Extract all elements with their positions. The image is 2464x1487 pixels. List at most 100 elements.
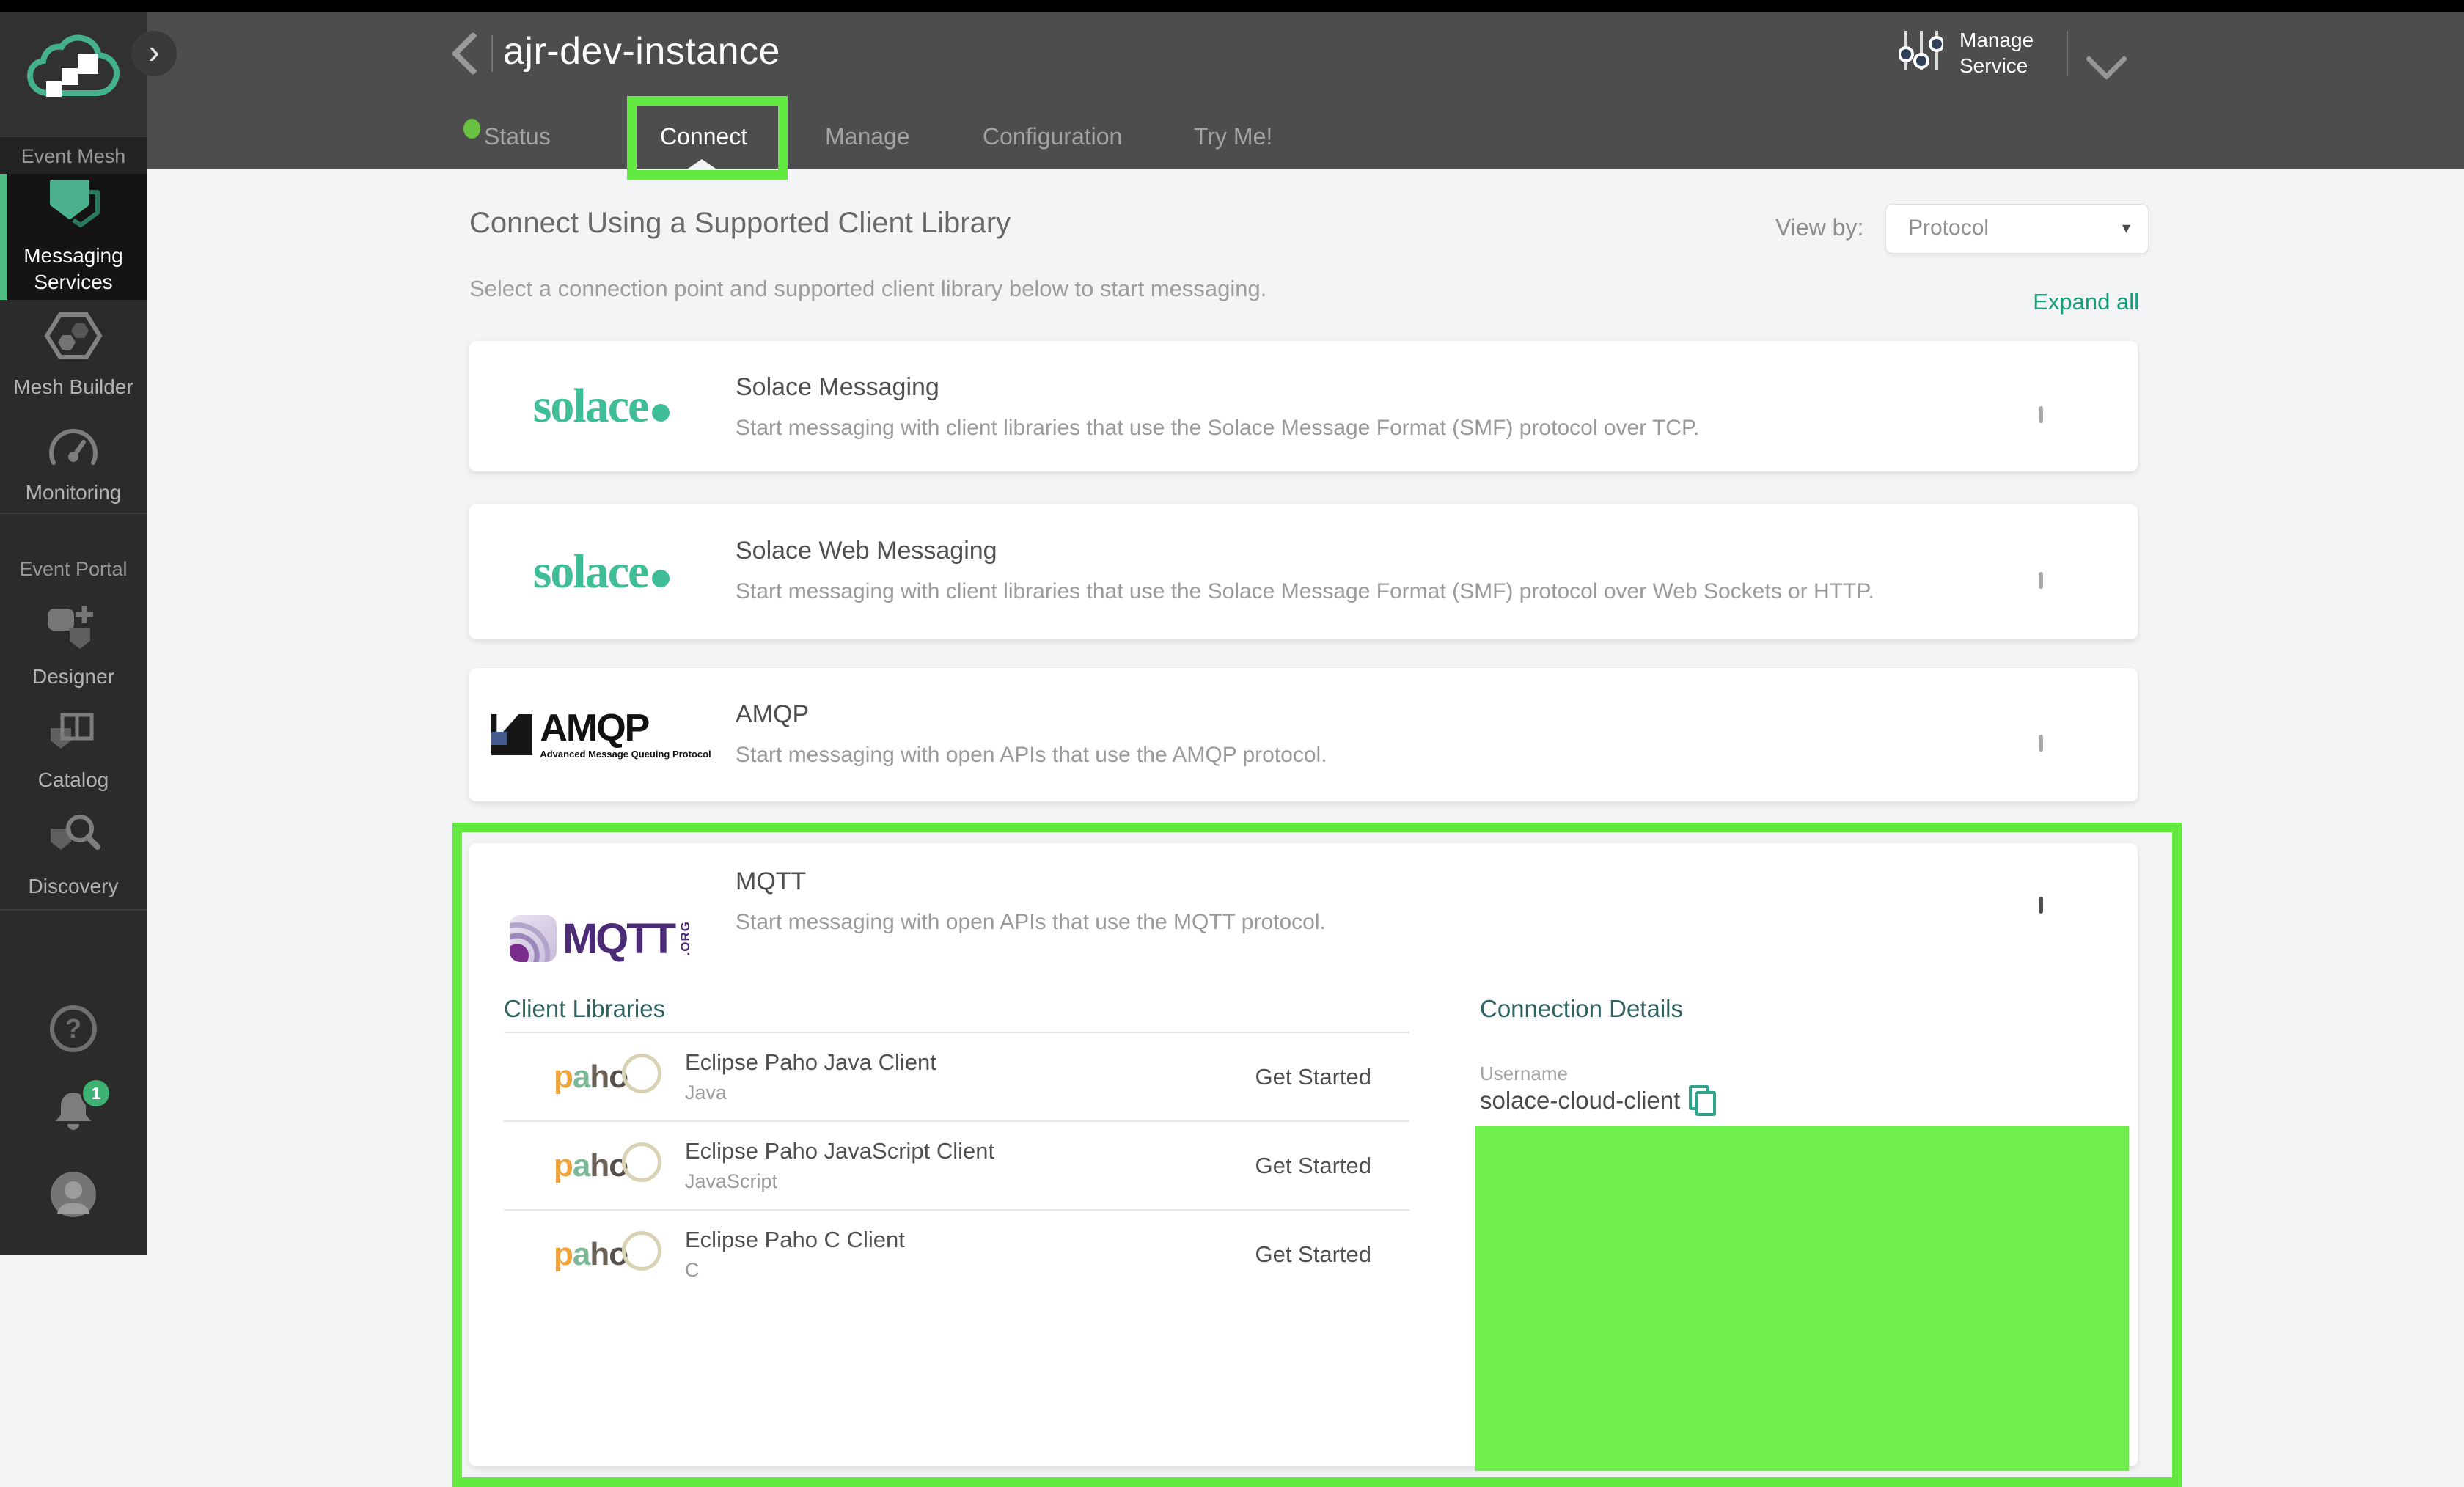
- card-title: Solace Web Messaging: [736, 537, 997, 565]
- view-by-value: Protocol: [1908, 205, 1989, 251]
- library-language: JavaScript: [685, 1170, 777, 1193]
- card-description: Start messaging with client libraries th…: [736, 416, 1699, 441]
- avatar-icon: [49, 1170, 98, 1222]
- sidebar-item-designer[interactable]: Designer: [0, 598, 147, 694]
- window-top-strip: [0, 0, 2464, 12]
- sidebar-section-event-mesh: Event Mesh: [0, 136, 147, 175]
- bell-icon: 1: [50, 1088, 97, 1143]
- expand-all-link[interactable]: Expand all: [2033, 289, 2139, 315]
- sidebar: › Event Mesh Messaging Services Mesh Bui…: [0, 12, 147, 1255]
- get-started-link[interactable]: Get Started: [1255, 1153, 1371, 1179]
- sidebar-item-catalog[interactable]: Catalog: [0, 705, 147, 796]
- help-icon: ?: [48, 1003, 99, 1058]
- client-libraries-heading: Client Libraries: [504, 995, 665, 1023]
- get-started-link[interactable]: Get Started: [1255, 1241, 1371, 1268]
- paho-logo: paho: [554, 1236, 661, 1273]
- sidebar-section-event-portal: Event Portal: [0, 558, 147, 581]
- active-tab-caret: [688, 159, 716, 169]
- chevron-down-icon[interactable]: [2039, 572, 2043, 589]
- sliders-icon: [1899, 25, 1943, 80]
- connect-page: Connect Using a Supported Client Library…: [147, 169, 2464, 1255]
- back-button[interactable]: [451, 32, 494, 75]
- chevron-down-icon[interactable]: [2039, 735, 2043, 752]
- card-solace-messaging[interactable]: solace Solace Messaging Start messaging …: [469, 341, 2138, 471]
- amqp-mark-icon: [491, 714, 532, 755]
- solace-cloud-logo: [0, 12, 147, 136]
- sidebar-item-label: Catalog: [38, 767, 109, 793]
- status-indicator-dot: [463, 119, 480, 139]
- paho-logo: paho: [554, 1059, 661, 1095]
- sidebar-item-messaging-services[interactable]: Messaging Services: [0, 174, 147, 300]
- library-name: Eclipse Paho JavaScript Client: [685, 1138, 994, 1164]
- title-divider: [491, 35, 493, 72]
- chevron-right-icon: ›: [148, 34, 159, 68]
- annotation-highlight-connection-secret: [1475, 1126, 2129, 1471]
- paho-bubble-icon: [622, 1231, 661, 1271]
- manage-service-button[interactable]: Manage Service: [1899, 25, 2077, 80]
- card-title: AMQP: [736, 700, 809, 729]
- sidebar-item-label: Mesh Builder: [13, 374, 133, 400]
- view-by-select[interactable]: Protocol ▾: [1885, 204, 2149, 254]
- mqtt-wordmark: MQTT: [562, 914, 674, 963]
- solace-wordmark: solace: [533, 544, 648, 600]
- mqtt-org-suffix: .ORG: [678, 921, 693, 955]
- card-title: Solace Messaging: [736, 373, 939, 402]
- amqp-tagline: Advanced Message Queuing Protocol: [540, 749, 711, 760]
- paho-bubble-icon: [622, 1142, 661, 1182]
- card-description: Start messaging with open APIs that use …: [736, 743, 1327, 768]
- sidebar-item-discovery[interactable]: Discovery: [0, 807, 147, 903]
- tab-manage[interactable]: Manage: [825, 123, 910, 150]
- library-language: Java: [685, 1082, 727, 1104]
- user-avatar[interactable]: [0, 1170, 147, 1222]
- view-by-label: View by:: [1775, 214, 1863, 241]
- sidebar-item-mesh-builder[interactable]: Mesh Builder: [0, 300, 147, 410]
- dropdown-caret-icon: ▾: [2122, 205, 2130, 251]
- library-row-c: paho Eclipse Paho C Client C Get Started: [504, 1211, 1409, 1298]
- solace-wordmark: solace: [533, 378, 648, 434]
- chevron-down-icon[interactable]: [2039, 406, 2043, 423]
- book-icon: [45, 708, 102, 758]
- service-title: ajr-dev-instance: [503, 29, 780, 73]
- service-header: ajr-dev-instance Manage Service Status C…: [147, 12, 2464, 169]
- solace-dot-icon: [652, 404, 670, 422]
- card-title: MQTT: [736, 867, 806, 896]
- chevron-down-icon[interactable]: [2086, 38, 2128, 81]
- sidebar-item-label: Designer: [32, 664, 114, 690]
- card-mqtt: MQTT .ORG MQTT Start messaging with open…: [469, 843, 2138, 1466]
- tab-configuration[interactable]: Configuration: [983, 123, 1122, 150]
- library-name: Eclipse Paho C Client: [685, 1227, 905, 1253]
- library-row-javascript: paho Eclipse Paho JavaScript Client Java…: [504, 1122, 1409, 1211]
- sidebar-divider: [0, 909, 147, 911]
- get-started-link[interactable]: Get Started: [1255, 1064, 1371, 1090]
- client-libraries-list: paho Eclipse Paho Java Client Java Get S…: [504, 1032, 1409, 1298]
- library-row-java: paho Eclipse Paho Java Client Java Get S…: [504, 1033, 1409, 1122]
- sidebar-item-label: Monitoring: [26, 480, 122, 506]
- card-description: Start messaging with client libraries th…: [736, 579, 1874, 604]
- help-button[interactable]: ?: [0, 1003, 147, 1058]
- page-title: Connect Using a Supported Client Library: [469, 207, 1011, 240]
- notification-badge: 1: [81, 1078, 111, 1109]
- connection-details-heading: Connection Details: [1480, 995, 1683, 1023]
- copy-icon[interactable]: [1689, 1085, 1717, 1116]
- tab-status[interactable]: Status: [484, 123, 551, 150]
- card-amqp[interactable]: AMQP Advanced Message Queuing Protocol A…: [469, 668, 2138, 801]
- notifications-button[interactable]: 1: [0, 1088, 147, 1143]
- username-label: Username: [1480, 1062, 1568, 1085]
- amqp-wordmark: AMQP: [540, 710, 711, 746]
- sidebar-item-label: Discovery: [29, 873, 119, 900]
- mqtt-mark-icon: [510, 915, 557, 962]
- sidebar-item-monitoring[interactable]: Monitoring: [0, 414, 147, 516]
- designer-plus-icon: [46, 603, 100, 655]
- tab-connect[interactable]: Connect: [660, 123, 747, 150]
- paho-bubble-icon: [622, 1054, 661, 1093]
- active-indicator-bar: [0, 174, 7, 300]
- sidebar-divider: [0, 513, 147, 514]
- chevron-up-icon[interactable]: [2039, 897, 2043, 914]
- card-solace-web-messaging[interactable]: solace Solace Web Messaging Start messag…: [469, 504, 2138, 639]
- sidebar-expand-button[interactable]: ›: [131, 31, 177, 76]
- paho-logo: paho: [554, 1148, 661, 1184]
- solace-logo: solace: [499, 504, 704, 639]
- library-language: C: [685, 1259, 700, 1282]
- sidebar-item-label: Messaging Services: [0, 243, 147, 295]
- tab-try-me[interactable]: Try Me!: [1194, 123, 1272, 150]
